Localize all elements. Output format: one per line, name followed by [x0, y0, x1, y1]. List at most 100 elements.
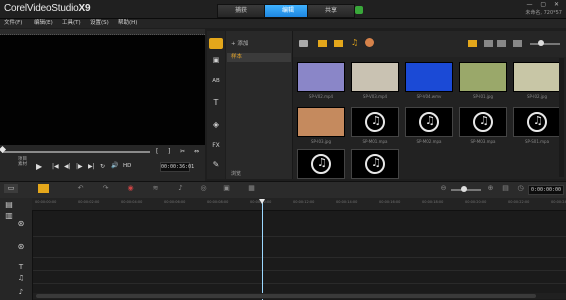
zoom-knob[interactable] — [461, 186, 467, 192]
scrubber-track[interactable] — [2, 151, 150, 153]
overlay-track-icon[interactable]: ⊛ — [16, 242, 26, 252]
menu-bar: 文件(F) 编辑(E) 工具(T) 设置(S) 帮助(H) — [0, 19, 566, 28]
cloud-icon[interactable] — [365, 38, 374, 47]
timeline-view-icon[interactable] — [38, 184, 49, 193]
mark-out-button[interactable]: ] — [168, 148, 170, 155]
path-icon[interactable]: ✎ — [210, 160, 222, 170]
ruler-tick-label: 00:00:02:00 — [78, 200, 100, 204]
add-chapter-icon[interactable]: ▥ — [4, 211, 14, 221]
title-icon[interactable]: T — [210, 98, 222, 108]
video-track-icon[interactable]: ⊛ — [16, 219, 26, 229]
show-audio-icon[interactable]: ♫ — [351, 38, 358, 47]
graphic-icon[interactable]: ◈ — [210, 120, 222, 130]
library-thumbnail[interactable]: ♫ — [513, 107, 561, 137]
menu-edit[interactable]: 编辑(E) — [34, 19, 53, 28]
folder-icon[interactable] — [299, 40, 308, 47]
add-folder-button[interactable]: + 添加 — [231, 39, 248, 47]
library-thumbnail[interactable]: ♫ — [459, 107, 507, 137]
thumbnail-size-knob[interactable] — [538, 40, 544, 46]
thumbnail-caption: SP-I01.jpg — [472, 94, 494, 99]
show-photo-icon[interactable] — [334, 40, 343, 47]
fit-project-icon[interactable]: ▤ — [500, 184, 511, 193]
tab-edit[interactable]: 编辑 — [264, 4, 312, 18]
motion-tracking-icon[interactable]: ◎ — [198, 184, 209, 193]
subtitle-editor-icon[interactable]: ▣ — [221, 184, 232, 193]
filter-icon[interactable]: FX — [210, 141, 222, 151]
undo-icon[interactable]: ↶ — [75, 184, 86, 193]
library-thumbnail[interactable]: ♫ — [351, 107, 399, 137]
transition-icon[interactable]: AB — [210, 76, 222, 86]
track-divider — [33, 283, 566, 284]
redo-icon[interactable]: ↷ — [100, 184, 111, 193]
split-button[interactable]: ✂ — [180, 148, 185, 155]
title-track-icon[interactable]: T — [16, 262, 26, 272]
browse-button[interactable]: 浏览 — [231, 170, 241, 177]
thumbnail-caption: SP-I03.jpg — [310, 139, 332, 144]
product-version: X9 — [78, 3, 91, 14]
preview-window[interactable] — [0, 35, 205, 145]
next-frame-button[interactable]: |▶ — [76, 163, 83, 170]
menu-help[interactable]: 帮助(H) — [118, 19, 137, 28]
library-thumbnail[interactable] — [297, 62, 345, 92]
previous-frame-button[interactable]: ◀| — [64, 163, 71, 170]
media-icon[interactable] — [209, 38, 223, 49]
home-button[interactable]: |◀ — [52, 163, 59, 170]
music-note-icon: ♫ — [425, 114, 435, 127]
ruler-tick-label: 00:00:16:00 — [379, 200, 401, 204]
library-thumbnail[interactable]: ♫ — [351, 149, 399, 179]
library-thumbnail[interactable] — [459, 62, 507, 92]
upload-icon[interactable] — [355, 6, 363, 14]
volume-button[interactable]: 🔊 — [111, 162, 118, 169]
sound-mixer-icon[interactable]: ≋ — [150, 184, 161, 193]
library-thumbnail[interactable] — [297, 107, 345, 137]
ruler-tick-label: 00:00:08:00 — [207, 200, 229, 204]
zoom-in-icon[interactable]: ⊕ — [485, 184, 496, 193]
instant-project-icon[interactable]: ▣ — [210, 55, 222, 65]
show-video-icon[interactable] — [318, 40, 327, 47]
thumbnail-caption: SP-S01.mpa — [524, 139, 550, 144]
project-clip-toggle[interactable]: 项目 素材 — [18, 157, 27, 167]
storyboard-view-icon[interactable]: ▭ — [4, 184, 18, 193]
library-scrollbar[interactable] — [559, 58, 564, 177]
mark-in-button[interactable]: [ — [156, 148, 158, 155]
enlarge-button[interactable]: ⇔ — [194, 148, 199, 155]
timecode-icon[interactable]: ◷ — [515, 184, 526, 193]
tab-share[interactable]: 共享 — [307, 4, 355, 18]
repeat-button[interactable]: ↻ — [100, 163, 105, 170]
app-title: CorelVideoStudioX9 — [4, 3, 91, 14]
player-timecode[interactable]: 00:00:36:01 — [160, 162, 194, 172]
record-icon[interactable]: ◉ — [125, 184, 136, 193]
menu-file[interactable]: 文件(F) — [4, 19, 22, 28]
library-thumbnail[interactable]: ♫ — [297, 149, 345, 179]
menu-tools[interactable]: 工具(T) — [62, 19, 81, 28]
library-thumbnail[interactable] — [405, 62, 453, 92]
multicam-icon[interactable]: ▦ — [246, 184, 257, 193]
add-folder-label: 添加 — [237, 41, 249, 47]
playhead[interactable] — [262, 201, 263, 300]
menu-settings[interactable]: 设置(S) — [90, 19, 109, 28]
end-button[interactable]: ▶| — [88, 163, 95, 170]
ruler-tick-label: 00:00:18:00 — [422, 200, 444, 204]
folder-item-sample[interactable]: 样本 — [227, 53, 291, 62]
hd-toggle[interactable]: HD — [123, 163, 131, 169]
thumbnail-view-icon[interactable] — [468, 40, 477, 47]
timeline-timecode[interactable]: 0:00:00:00 — [528, 185, 564, 195]
tab-capture[interactable]: 捕获 — [217, 4, 265, 18]
timeline-tracks[interactable] — [33, 211, 566, 300]
list-view-icon[interactable] — [484, 40, 493, 47]
ruler-tick-label: 00:00:04:00 — [121, 200, 143, 204]
zoom-out-icon[interactable]: ⊖ — [438, 184, 449, 193]
play-button[interactable]: ▶ — [36, 162, 42, 171]
sort-icon[interactable] — [497, 40, 506, 47]
library-thumbnail[interactable]: ♫ — [405, 107, 453, 137]
track-manager-icon[interactable]: ▤ — [4, 200, 14, 210]
auto-music-icon[interactable]: ♪ — [175, 184, 186, 193]
window-controls[interactable]: — ▢ ✕ — [526, 1, 562, 8]
voice-track-icon[interactable]: ♫ — [16, 273, 26, 283]
timeline-scrollbar-thumb[interactable] — [36, 294, 536, 298]
music-track-icon[interactable]: ♪ — [16, 287, 26, 297]
thumbnail-size-slider[interactable] — [530, 43, 560, 45]
import-icon[interactable] — [513, 40, 522, 47]
library-thumbnail[interactable] — [351, 62, 399, 92]
library-thumbnail[interactable] — [513, 62, 561, 92]
